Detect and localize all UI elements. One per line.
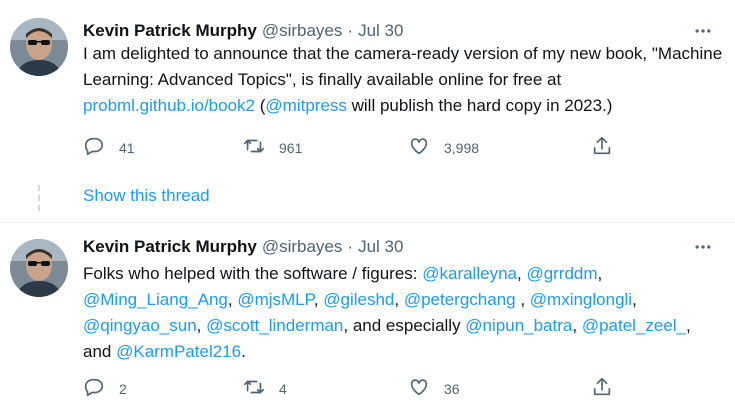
- retweet-count: 4: [279, 381, 287, 397]
- mention-link[interactable]: @Ming_Liang_Ang: [83, 290, 228, 309]
- separator-dot: ·: [347, 237, 354, 256]
- text-segment: ,: [632, 290, 637, 309]
- text-segment: .: [241, 342, 246, 361]
- mention-link[interactable]: @karalleyna: [422, 264, 517, 283]
- reply-icon: [83, 135, 105, 162]
- share-button[interactable]: [591, 136, 613, 160]
- tweet-date[interactable]: Jul 30: [358, 237, 403, 257]
- share-icon: [591, 376, 613, 403]
- mention-link[interactable]: @nipun_batra: [465, 316, 572, 335]
- retweet-count: 961: [279, 140, 303, 156]
- text-segment: (: [255, 96, 266, 115]
- reply-icon: [83, 376, 105, 403]
- avatar[interactable]: [10, 18, 68, 76]
- mention-link[interactable]: @mjsMLP: [237, 290, 313, 309]
- tweet-date[interactable]: Jul 30: [358, 21, 403, 41]
- tweet[interactable]: Kevin Patrick Murphy @sirbayes · Jul 30 …: [0, 225, 735, 407]
- text-segment: I am delighted to announce that the came…: [83, 44, 723, 89]
- tweet-header: Kevin Patrick Murphy @sirbayes · Jul 30: [83, 20, 403, 42]
- like-count: 3,998: [444, 140, 480, 156]
- more-icon[interactable]: [692, 236, 714, 258]
- text-segment: ,: [196, 316, 207, 335]
- retweet-icon: [243, 135, 265, 162]
- text-segment: will publish the hard copy in 2023.): [346, 96, 613, 115]
- like-icon: [408, 376, 430, 403]
- mention-link[interactable]: @mitpress: [265, 96, 347, 115]
- text-segment: ,: [572, 316, 582, 335]
- separator-dot: ·: [347, 21, 354, 40]
- text-segment: ,: [394, 290, 404, 309]
- retweet-button[interactable]: 961: [243, 136, 302, 160]
- mention-link[interactable]: @KarmPatel216: [116, 342, 241, 361]
- mention-link[interactable]: @scott_linderman: [206, 316, 343, 335]
- more-icon[interactable]: [692, 20, 714, 42]
- reply-button[interactable]: 41: [83, 136, 135, 160]
- url-link[interactable]: probml.github.io/book2: [83, 96, 255, 115]
- text-segment: ,: [313, 290, 324, 309]
- tweet-actions: 2 4 36: [83, 377, 623, 401]
- text-segment: ,: [227, 290, 238, 309]
- text-segment: , and especially: [343, 316, 466, 335]
- tweet[interactable]: Kevin Patrick Murphy @sirbayes · Jul 30 …: [0, 0, 735, 178]
- share-button[interactable]: [591, 377, 613, 401]
- text-segment: ,: [597, 264, 603, 283]
- tweet-text: I am delighted to announce that the came…: [83, 41, 723, 119]
- mention-link[interactable]: @grrddm: [526, 264, 597, 283]
- like-button[interactable]: 36: [408, 377, 460, 401]
- retweet-icon: [243, 376, 265, 403]
- mention-link[interactable]: @gileshd: [323, 290, 394, 309]
- author-handle[interactable]: @sirbayes: [262, 21, 343, 41]
- tweet-header: Kevin Patrick Murphy @sirbayes · Jul 30: [83, 236, 403, 258]
- like-icon: [408, 135, 430, 162]
- divider: [0, 222, 735, 223]
- like-count: 36: [444, 381, 460, 397]
- like-button[interactable]: 3,998: [408, 136, 479, 160]
- reply-button[interactable]: 2: [83, 377, 127, 401]
- avatar[interactable]: [10, 239, 68, 297]
- tweet-text: Folks who helped with the software / fig…: [83, 261, 723, 365]
- share-icon: [591, 135, 613, 162]
- text-segment: ,: [515, 290, 530, 309]
- show-thread-link[interactable]: Show this thread: [83, 186, 210, 206]
- author-name[interactable]: Kevin Patrick Murphy: [83, 237, 257, 257]
- reply-count: 2: [119, 381, 127, 397]
- tweet-actions: 41 961 3,998: [83, 136, 623, 160]
- author-handle[interactable]: @sirbayes: [262, 237, 343, 257]
- mention-link[interactable]: @patel_zeel_: [582, 316, 686, 335]
- text-segment: Folks who helped with the software / fig…: [83, 264, 423, 283]
- mention-link[interactable]: @petergchang: [404, 290, 516, 309]
- retweet-button[interactable]: 4: [243, 377, 287, 401]
- author-name[interactable]: Kevin Patrick Murphy: [83, 21, 257, 41]
- thread-connector: [38, 185, 40, 211]
- mention-link[interactable]: @qingyao_sun: [83, 316, 197, 335]
- mention-link[interactable]: @mxinglongli: [530, 290, 632, 309]
- reply-count: 41: [119, 140, 135, 156]
